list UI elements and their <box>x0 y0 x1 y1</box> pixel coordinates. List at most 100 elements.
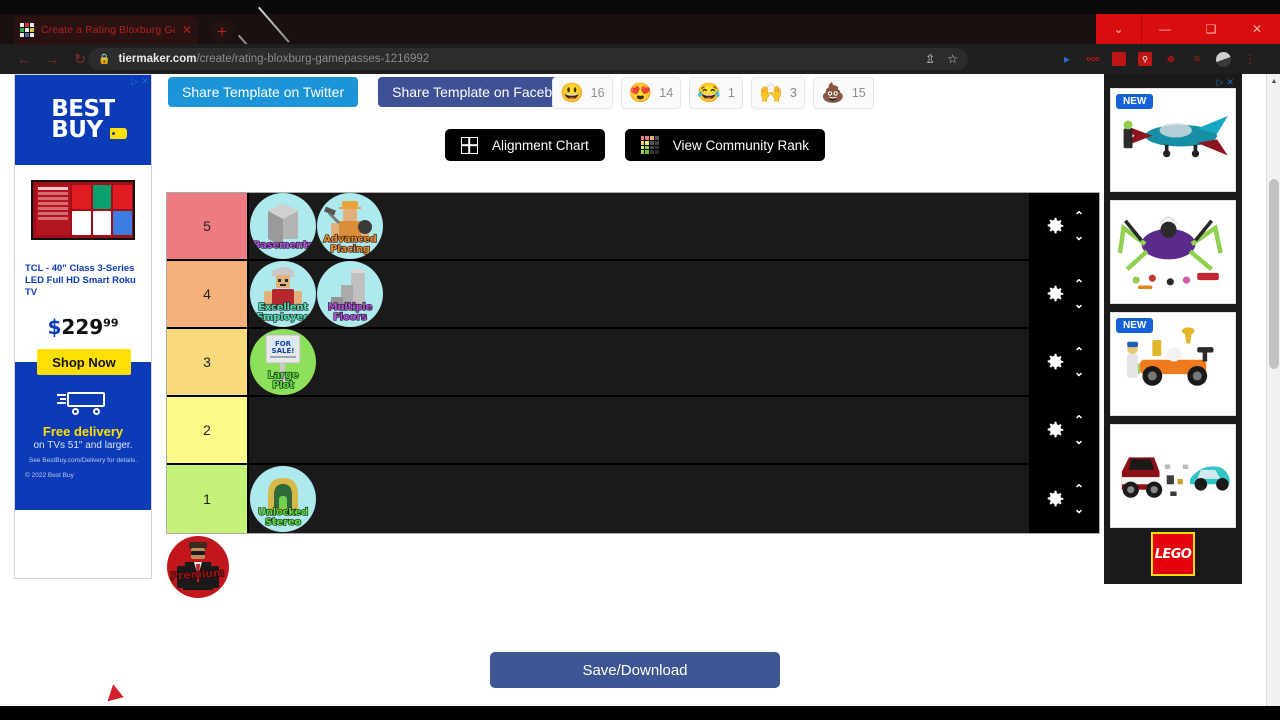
chevron-down-icon[interactable]: ⌄ <box>1074 503 1084 515</box>
chevron-up-icon[interactable]: ⌃ <box>1074 278 1084 290</box>
tier-row: 5 Basements Advanced Placing ⌃ ⌄ <box>167 193 1099 261</box>
tier-item-label: Basements <box>252 239 314 251</box>
address-bar[interactable]: 🔒 tiermaker.com/create/rating-bloxburg-g… <box>88 48 968 70</box>
tier-row: 2 ⌃ ⌄ <box>167 397 1099 465</box>
lock-icon: 🔒 <box>98 53 111 65</box>
tier-item-excellent-employee[interactable]: Excellent Employee <box>250 261 316 327</box>
shop-now-button[interactable]: Shop Now <box>37 349 131 376</box>
chevron-down-icon[interactable]: ⌄ <box>1074 298 1084 310</box>
reaction-tears-of-joy-face[interactable]: 😂 1 <box>689 77 744 109</box>
tv-menu-column <box>36 185 70 235</box>
price-currency: $ <box>47 315 62 340</box>
browser-menu-kebab-icon[interactable]: ⋮ <box>1243 52 1257 66</box>
tier-item-advanced-placing[interactable]: Advanced Placing <box>317 193 383 259</box>
tier-item-label: Advanced Placing <box>323 234 378 255</box>
reaction-pile-of-poo[interactable]: 💩 15 <box>813 77 874 109</box>
reaction-grinning-face[interactable]: 😃 16 <box>552 77 613 109</box>
cursor-extension-icon[interactable]: ▸ <box>1060 52 1074 66</box>
right-advertisement[interactable]: ▷ ✕ NEW NEW LEGO <box>1104 74 1242 584</box>
tier-item-multiple-floors[interactable]: Multiple Floors <box>317 261 383 327</box>
chevron-down-icon[interactable]: ⌄ <box>1074 434 1084 446</box>
adchoices-icon-right[interactable]: ▷ <box>1217 77 1224 88</box>
save-download-button[interactable]: Save/Download <box>490 652 780 688</box>
lego-card-truck-sportscar[interactable] <box>1110 424 1236 528</box>
roblox-extension-icon[interactable] <box>1112 52 1126 66</box>
tier-items-dropzone[interactable]: Basements Advanced Placing <box>249 193 1029 259</box>
bestbuy-logo-banner: BEST BUY <box>15 75 151 165</box>
tier-items-dropzone[interactable]: Unlocked Stereo <box>249 465 1029 533</box>
reaction-heart-eyes-face[interactable]: 😍 14 <box>620 77 682 109</box>
gear-icon[interactable] <box>1044 419 1066 441</box>
row-reorder-controls: ⌃ ⌄ <box>1074 414 1084 446</box>
tier-label[interactable]: 1 <box>167 465 249 533</box>
adblock-extension-icon[interactable]: ooo <box>1086 52 1100 66</box>
tab-title: Create a Rating Bloxburg Gamep <box>41 24 175 36</box>
chevron-down-icon[interactable]: ⌄ <box>1074 230 1084 242</box>
price-dollars: 229 <box>61 315 104 340</box>
chevron-up-icon[interactable]: ⌃ <box>1074 414 1084 426</box>
adchoices-controls[interactable]: ▷ ✕ <box>132 76 149 87</box>
lego-card-stunt-plane[interactable]: NEW <box>1110 88 1236 192</box>
alignment-chart-button[interactable]: Alignment Chart <box>444 129 605 161</box>
tier-label[interactable]: 4 <box>167 261 249 327</box>
tier-label[interactable]: 5 <box>167 193 249 259</box>
tier-item-basements[interactable]: Basements <box>250 193 316 259</box>
tier-items-dropzone[interactable] <box>249 397 1029 463</box>
chevron-up-icon[interactable]: ⌃ <box>1074 346 1084 358</box>
gear-icon[interactable] <box>1044 215 1066 237</box>
tab-close-icon[interactable]: ✕ <box>182 24 192 36</box>
window-maximize-button[interactable]: ❑ <box>1188 14 1234 44</box>
row-reorder-controls: ⌃ ⌄ <box>1074 278 1084 310</box>
price-cents: 99 <box>103 316 119 330</box>
tiermaker-favicon <box>20 23 34 37</box>
tier-label[interactable]: 3 <box>167 329 249 395</box>
tier-row-controls: ⌃ ⌄ <box>1029 329 1099 395</box>
unranked-items-tray[interactable]: Premium <box>166 536 229 598</box>
window-dropdown-button[interactable]: ⌄ <box>1096 14 1142 44</box>
chevron-down-icon[interactable]: ⌄ <box>1074 366 1084 378</box>
view-community-rank-button[interactable]: View Community Rank <box>624 129 826 161</box>
reaction-count: 14 <box>659 86 674 100</box>
page-scrollbar[interactable]: ▲ ▼ <box>1266 74 1280 720</box>
back-icon[interactable]: ← <box>10 45 38 73</box>
chevron-up-icon[interactable]: ⌃ <box>1074 210 1084 222</box>
save-button-wrapper: Save/Download <box>160 652 1110 688</box>
adchoices-controls-right[interactable]: ▷ ✕ <box>1217 77 1234 88</box>
forward-icon[interactable]: → <box>38 45 66 73</box>
tier-item-large-plot[interactable]: FOR SALE! Large Plot <box>250 329 316 395</box>
browser-tab-active[interactable]: Create a Rating Bloxburg Gamep ✕ <box>14 16 198 44</box>
view-community-rank-label: View Community Rank <box>672 137 810 153</box>
gear-icon[interactable] <box>1044 488 1066 510</box>
chevron-up-icon[interactable]: ⌃ <box>1074 483 1084 495</box>
reaction-raising-hands[interactable]: 🙌 3 <box>751 77 806 109</box>
share-twitter-button[interactable]: Share Template on Twitter <box>168 77 359 107</box>
scroll-up-icon[interactable]: ▲ <box>1267 74 1280 88</box>
roblox-search-extension-icon[interactable]: ⚲ <box>1138 52 1152 66</box>
adchoices-icon[interactable]: ▷ <box>132 76 139 87</box>
tier-label[interactable]: 2 <box>167 397 249 463</box>
new-badge-2: NEW <box>1116 318 1154 333</box>
scrollbar-thumb[interactable] <box>1269 179 1279 369</box>
profile-avatar[interactable] <box>1216 51 1231 67</box>
new-tab-button[interactable]: + <box>210 19 234 43</box>
ad-close-icon-right[interactable]: ✕ <box>1226 77 1234 88</box>
window-minimize-button[interactable]: — <box>1142 14 1188 44</box>
left-advertisement[interactable]: ▷ ✕ BEST BUY TCL - 40" Class 3-Series LED… <box>14 74 152 579</box>
list-extension-icon[interactable]: ≡ <box>1190 52 1204 66</box>
tears-of-joy-face-icon: 😂 <box>697 82 721 104</box>
lego-card-race-car[interactable]: NEW <box>1110 312 1236 416</box>
lego-card-spider-mech[interactable] <box>1110 200 1236 304</box>
row-reorder-controls: ⌃ ⌄ <box>1074 346 1084 378</box>
delivery-banner: Free delivery on TVs 51" and larger. See… <box>15 362 151 511</box>
bookmark-star-icon[interactable]: ☆ <box>947 52 958 66</box>
tier-items-dropzone[interactable]: FOR SALE! Large Plot <box>249 329 1029 395</box>
tier-item-unlocked-stereo[interactable]: Unlocked Stereo <box>250 466 316 532</box>
puzzle-extension-icon[interactable]: ❅ <box>1164 52 1178 66</box>
ad-close-icon[interactable]: ✕ <box>141 76 149 87</box>
share-icon[interactable]: ⇫ <box>925 52 935 66</box>
tier-item-premium[interactable]: Premium <box>167 536 229 598</box>
gear-icon[interactable] <box>1044 351 1066 373</box>
gear-icon[interactable] <box>1044 283 1066 305</box>
tier-items-dropzone[interactable]: Excellent Employee Multiple Floors <box>249 261 1029 327</box>
window-close-button[interactable]: ✕ <box>1234 14 1280 44</box>
